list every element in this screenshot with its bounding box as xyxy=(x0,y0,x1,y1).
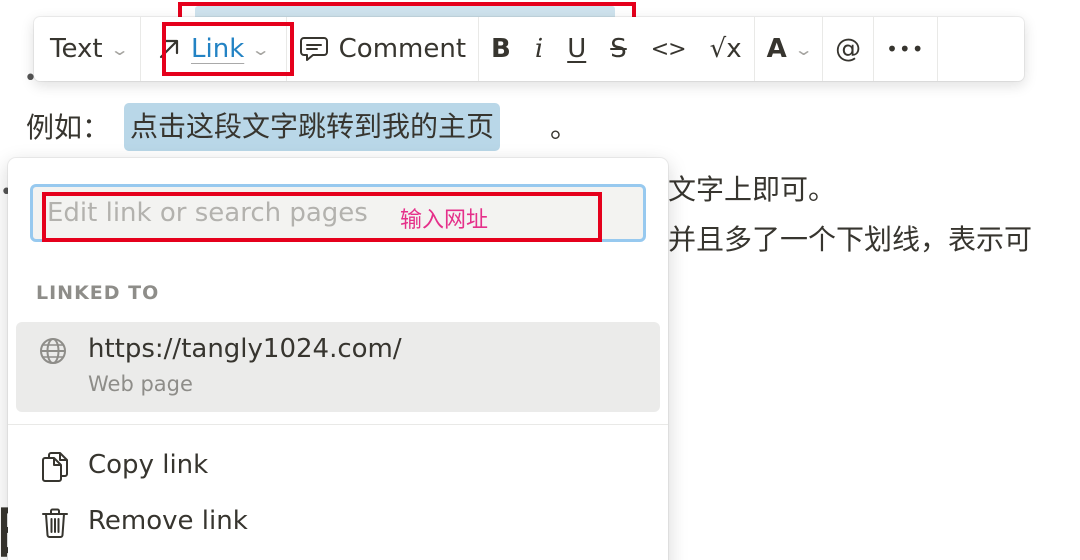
chevron-down-icon: ⌄ xyxy=(793,39,814,59)
arrow-up-right-icon xyxy=(159,39,179,59)
block-type-group: Text ⌄ xyxy=(34,17,141,81)
link-button[interactable]: Link ⌄ xyxy=(153,17,274,81)
text-color-button[interactable]: A ⌄ xyxy=(755,17,823,81)
italic-button[interactable]: i xyxy=(523,17,555,81)
paragraph-text: 文字上即可。 xyxy=(668,173,837,206)
link-group: Link ⌄ xyxy=(141,17,287,81)
linked-to-heading: LINKED TO xyxy=(36,282,160,304)
inline-code-button[interactable]: <> xyxy=(639,17,698,81)
comment-button[interactable]: Comment xyxy=(287,17,478,81)
chevron-down-icon: ⌄ xyxy=(109,39,130,59)
more-options-button[interactable]: ••• xyxy=(874,17,936,81)
comment-icon xyxy=(299,37,328,61)
turn-into-label: Text xyxy=(50,34,103,64)
example-suffix: 。 xyxy=(550,111,579,144)
equation-button[interactable]: √x xyxy=(698,17,754,81)
globe-icon xyxy=(40,338,66,364)
linked-page-item[interactable]: https://tangly1024.com/ Web page xyxy=(16,322,660,412)
format-toolbar: Text ⌄ Link ⌄ Comment B i U S <> √x A ⌄ … xyxy=(34,17,1024,81)
linked-type: Web page xyxy=(88,372,193,396)
linked-url: https://tangly1024.com/ xyxy=(88,334,402,364)
comment-group: Comment xyxy=(287,17,480,81)
link-label: Link xyxy=(191,34,245,64)
example-prefix: 例如： xyxy=(26,111,111,144)
trash-icon xyxy=(42,508,68,538)
comment-label: Comment xyxy=(338,34,467,64)
chevron-down-icon: ⌄ xyxy=(250,39,272,59)
remove-link-button[interactable]: Remove link xyxy=(16,498,660,548)
paragraph-text: 并且多了一个下划线，表示可 xyxy=(668,223,1033,256)
selected-link-text[interactable]: 点击这段文字跳转到我的主页 xyxy=(124,103,501,151)
copy-link-label: Copy link xyxy=(88,450,209,480)
link-url-input[interactable] xyxy=(30,184,646,242)
mention-button[interactable]: @ xyxy=(823,17,873,81)
text-color-label: A xyxy=(766,34,787,64)
link-popup: 输入网址 LINKED TO https://tangly1024.com/ W… xyxy=(8,158,668,560)
copy-icon xyxy=(42,452,68,482)
strikethrough-button[interactable]: S xyxy=(598,17,639,81)
divider xyxy=(8,424,668,425)
remove-link-label: Remove link xyxy=(88,506,248,536)
mention-group: @ xyxy=(823,17,875,81)
copy-link-button[interactable]: Copy link xyxy=(16,442,660,492)
text-style-group: B i U S <> √x xyxy=(479,17,755,81)
bold-button[interactable]: B xyxy=(479,17,523,81)
color-group: A ⌄ xyxy=(755,17,824,81)
more-group: ••• xyxy=(874,17,938,81)
underline-button[interactable]: U xyxy=(555,17,598,81)
notion-editor: • 例如： 点击这段文字跳转到我的主页 。 • 文字上即可。 并且多了一个下划线… xyxy=(0,0,1080,560)
turn-into-button[interactable]: Text ⌄ xyxy=(34,17,140,81)
